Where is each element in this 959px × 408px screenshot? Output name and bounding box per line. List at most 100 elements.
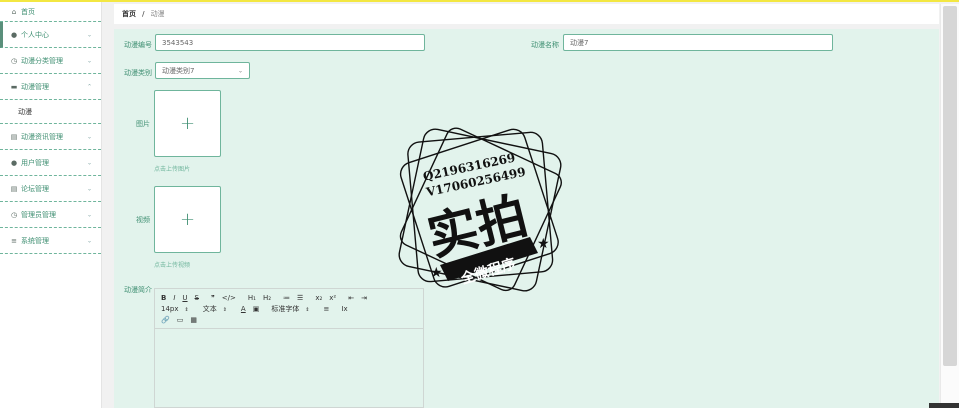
updown-icon: ⇕ (305, 306, 310, 313)
chevron-down-icon: ⌄ (86, 133, 92, 140)
chevron-up-icon: ⌃ (86, 83, 92, 90)
video-upload-tip: 点击上传视频 (154, 262, 191, 269)
background-color-button[interactable]: ▣ (253, 305, 260, 313)
chevron-down-icon: ⌄ (237, 67, 243, 74)
image-upload-tip: 点击上传图片 (154, 166, 191, 173)
anime-category-select[interactable]: 动漫类别7 ⌄ (155, 62, 250, 79)
image-label: 图片 (136, 120, 150, 128)
font-family-value: 标准字体 (271, 304, 300, 313)
rich-text-editor: B I U S ❞ </> H₁ H₂ ≔ ☰ x₂ x² ⇤ ⇥ 14px ⇕ … (154, 288, 424, 408)
breadcrumb: 首页 / 动漫 (114, 4, 939, 24)
bullet-list-button[interactable]: ☰ (297, 294, 303, 302)
updown-icon: ⇕ (184, 306, 189, 313)
bold-button[interactable]: B (161, 294, 166, 302)
superscript-button[interactable]: x² (329, 294, 336, 302)
chevron-down-icon: ⌄ (86, 31, 92, 38)
chevron-down-icon: ⌄ (86, 57, 92, 64)
breadcrumb-separator: / (142, 10, 145, 18)
anime-id-input[interactable]: 3543543 (155, 34, 425, 51)
sidebar-item-anime-news[interactable]: ▤ 动漫资讯管理 ⌄ (0, 124, 101, 150)
toolbar-row-font: 14px ⇕ 文本 ⇕ A ▣ 标准字体 ⇕ ≡ Ix (161, 303, 417, 314)
anime-name-label: 动漫名称 (531, 41, 559, 49)
sidebar-item-personal-center[interactable]: ● 个人中心 ⌄ (0, 22, 101, 48)
anime-category-value: 动漫类别7 (162, 66, 195, 75)
anime-name-input[interactable]: 动漫7 (563, 34, 833, 51)
sidebar-item-admin-manage[interactable]: ◷ 管理员管理 ⌄ (0, 202, 101, 228)
sidebar-item-label: 首页 (21, 7, 35, 16)
video-button[interactable]: ▦ (190, 316, 197, 324)
align-button[interactable]: ≡ (324, 305, 330, 313)
chevron-down-icon: ⌄ (86, 211, 92, 218)
editor-content-area[interactable] (155, 329, 423, 407)
updown-icon: ⇕ (222, 306, 227, 313)
text-type-select[interactable]: 文本 ⇕ (203, 304, 227, 314)
document-icon: ▤ (10, 132, 18, 141)
star-icon: ★ (537, 236, 550, 252)
document-icon: ▤ (10, 184, 18, 193)
breadcrumb-home[interactable]: 首页 (122, 9, 136, 19)
clear-format-button[interactable]: Ix (341, 305, 347, 313)
top-accent-bar (0, 0, 959, 2)
video-upload-button[interactable]: + (154, 186, 221, 253)
font-color-button[interactable]: A (241, 305, 246, 313)
heading1-button[interactable]: H₁ (248, 294, 256, 302)
font-size-value: 14px (161, 304, 179, 313)
clock-icon: ◷ (10, 56, 18, 65)
home-icon: ⌂ (11, 7, 17, 16)
chevron-down-icon: ⌄ (86, 237, 92, 244)
sidebar-item-anime-manage[interactable]: ▬ 动漫管理 ⌃ (0, 74, 101, 100)
sidebar-item-forum-manage[interactable]: ▤ 论坛管理 ⌄ (0, 176, 101, 202)
sidebar-item-label: 个人中心 (21, 30, 49, 39)
sidebar-item-label: 动漫资讯管理 (21, 132, 63, 141)
monitor-icon: ▬ (10, 82, 18, 91)
quote-button[interactable]: ❞ (211, 294, 215, 302)
sidebar-item-label: 管理员管理 (21, 210, 56, 219)
code-button[interactable]: </> (222, 294, 236, 302)
list-icon: ≡ (11, 236, 17, 245)
scrollbar-thumb[interactable] (943, 6, 957, 366)
image-button[interactable]: ▭ (177, 316, 184, 324)
toolbar-row-insert: 🔗 ▭ ▦ (161, 314, 417, 325)
sidebar-item-label: 动漫管理 (21, 82, 49, 91)
star-icon: ★ (430, 265, 443, 281)
intro-label: 动漫简介 (124, 286, 152, 294)
user-icon: ● (10, 30, 18, 39)
indent-button[interactable]: ⇥ (361, 294, 367, 302)
font-size-select[interactable]: 14px ⇕ (161, 305, 189, 313)
anime-category-label: 动漫类别 (124, 69, 152, 77)
sidebar-item-anime-category[interactable]: ◷ 动漫分类管理 ⌄ (0, 48, 101, 74)
sidebar-subitem-anime[interactable]: 动漫 (0, 100, 101, 124)
scrollbar[interactable] (940, 4, 959, 408)
chevron-down-icon: ⌄ (86, 159, 92, 166)
text-type-value: 文本 (202, 304, 217, 313)
chevron-down-icon: ⌄ (86, 185, 92, 192)
watermark-stamp: Q2196316269 V17060256499 实拍 全微程序 ★ ★ (398, 127, 562, 292)
sidebar-item-label: 动漫分类管理 (21, 56, 63, 65)
anime-id-label: 动漫编号 (124, 41, 152, 49)
italic-button[interactable]: I (173, 294, 175, 302)
image-upload-button[interactable]: + (154, 90, 221, 157)
video-label: 视频 (136, 216, 150, 224)
clock-icon: ◷ (10, 210, 18, 219)
plus-icon: + (179, 112, 196, 134)
bottom-corner-bar (929, 403, 959, 408)
sidebar-item-home[interactable]: ⌂ 首页 (0, 2, 101, 22)
sidebar-item-label: 论坛管理 (21, 184, 49, 193)
user-icon: ● (10, 158, 18, 167)
strike-button[interactable]: S (195, 294, 199, 302)
ordered-list-button[interactable]: ≔ (283, 294, 290, 302)
link-button[interactable]: 🔗 (161, 316, 170, 324)
sidebar-item-label: 用户管理 (21, 158, 49, 167)
outdent-button[interactable]: ⇤ (348, 294, 354, 302)
sidebar-item-label: 系统管理 (21, 236, 49, 245)
sidebar-item-system-manage[interactable]: ≡ 系统管理 ⌄ (0, 228, 101, 254)
underline-button[interactable]: U (182, 294, 187, 302)
font-family-select[interactable]: 标准字体 ⇕ (271, 304, 309, 314)
breadcrumb-current: 动漫 (150, 10, 165, 18)
sidebar-item-user-manage[interactable]: ● 用户管理 ⌄ (0, 150, 101, 176)
subscript-button[interactable]: x₂ (315, 294, 322, 302)
heading2-button[interactable]: H₂ (263, 294, 271, 302)
toolbar-row-format: B I U S ❞ </> H₁ H₂ ≔ ☰ x₂ x² ⇤ ⇥ (161, 292, 417, 303)
plus-icon: + (179, 208, 196, 230)
sidebar: ⌂ 首页 ● 个人中心 ⌄ ◷ 动漫分类管理 ⌄ ▬ 动漫管理 ⌃ 动漫 ▤ 动… (0, 2, 102, 408)
